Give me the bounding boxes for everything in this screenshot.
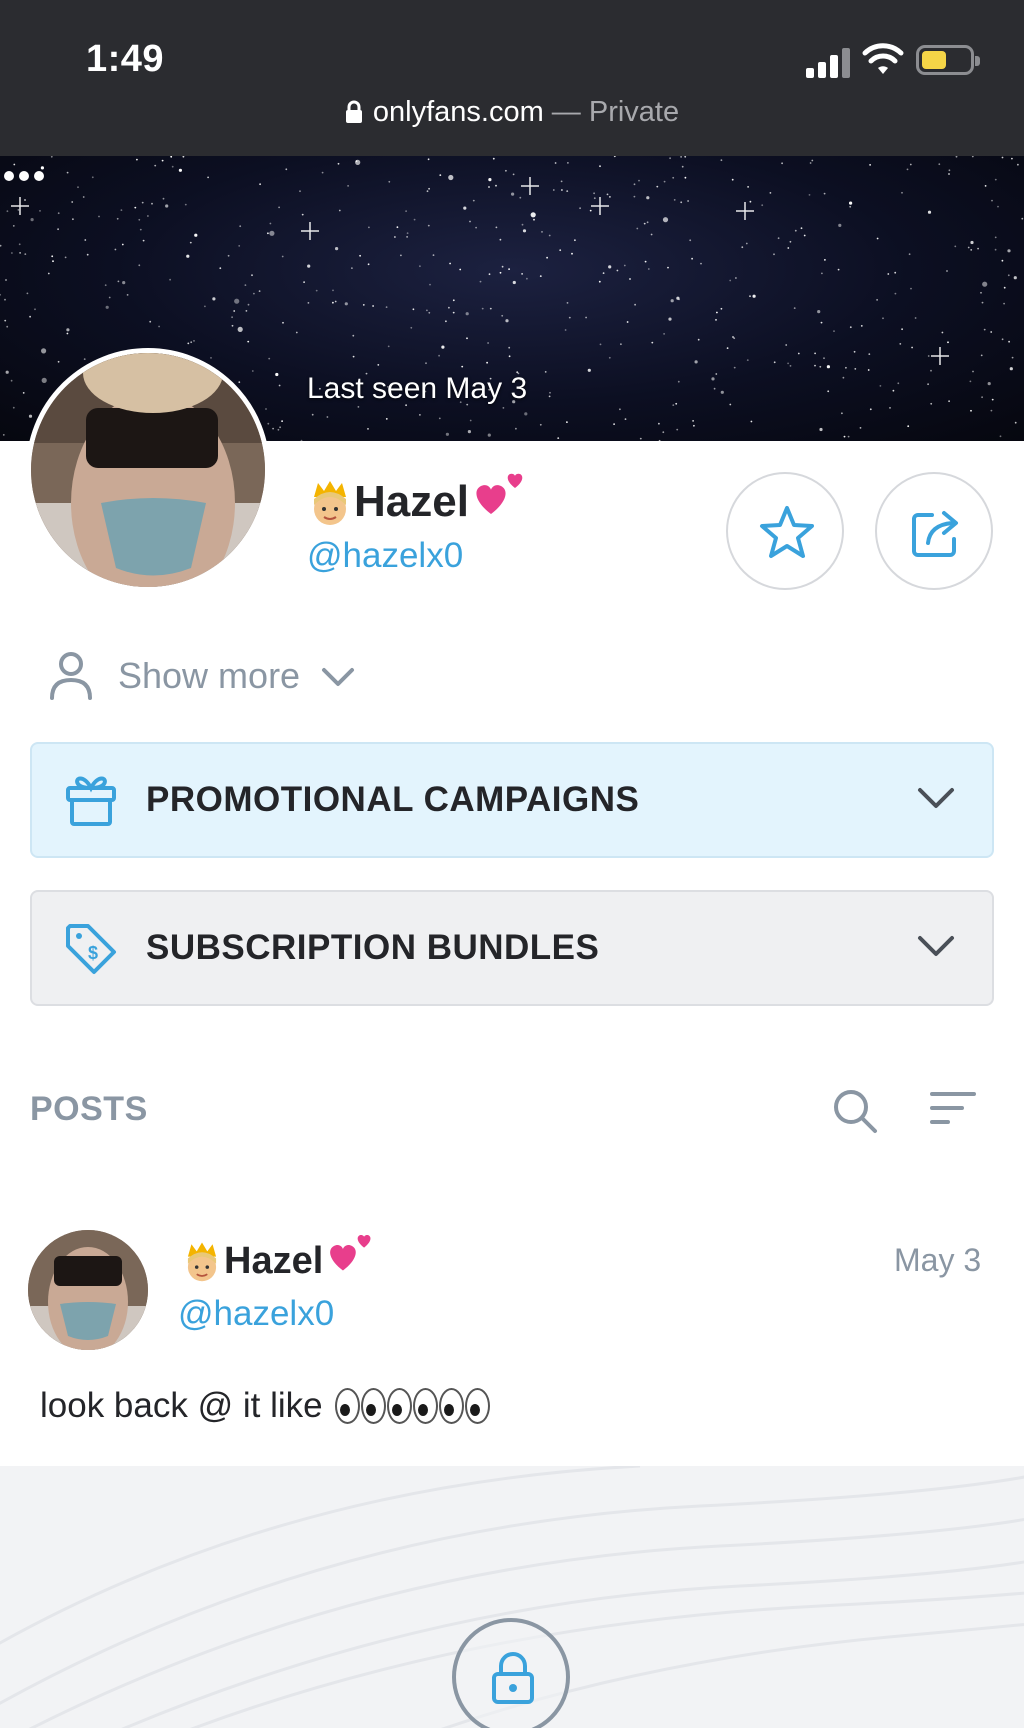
profile-name-row: Hazel bbox=[308, 473, 527, 530]
show-more-label: Show more bbox=[118, 655, 301, 696]
padlock-icon bbox=[345, 100, 362, 123]
post-author-avatar[interactable] bbox=[28, 1230, 148, 1350]
locked-post-media[interactable] bbox=[0, 1466, 1024, 1728]
chevron-down-icon bbox=[918, 936, 954, 956]
chevron-down-icon bbox=[322, 668, 355, 686]
promotional-campaigns-label: PROMOTIONAL CAMPAIGNS bbox=[146, 780, 640, 819]
status-bar: 1:49 onlyfans.com — Private bbox=[0, 0, 1024, 156]
url-bar[interactable]: onlyfans.com — Private bbox=[0, 96, 1024, 129]
unlock-button[interactable] bbox=[452, 1618, 570, 1728]
two-hearts-emoji-icon bbox=[330, 1235, 371, 1271]
post-avatar-photo bbox=[28, 1230, 148, 1350]
battery-icon bbox=[916, 45, 980, 75]
search-icon[interactable] bbox=[830, 1086, 880, 1136]
profile-avatar[interactable] bbox=[26, 348, 270, 592]
status-time: 1:49 bbox=[86, 38, 165, 80]
star-icon bbox=[760, 506, 814, 558]
more-dots-icon[interactable] bbox=[0, 156, 48, 196]
post-text: look back @ it like bbox=[40, 1386, 491, 1426]
post-author-row: Hazel bbox=[182, 1235, 375, 1286]
user-icon bbox=[50, 652, 92, 700]
price-tag-icon: $ bbox=[66, 924, 116, 974]
url-private-label: — Private bbox=[543, 96, 680, 128]
profile-name: Hazel bbox=[354, 477, 469, 526]
gift-icon bbox=[66, 776, 116, 826]
two-hearts-emoji-icon bbox=[476, 473, 523, 514]
favorite-button[interactable] bbox=[726, 472, 844, 590]
subscription-bundles-label: SUBSCRIPTION BUNDLES bbox=[146, 928, 600, 967]
share-icon bbox=[912, 511, 958, 557]
profile-handle[interactable]: @hazelx0 bbox=[307, 536, 463, 576]
lock-icon bbox=[492, 1652, 534, 1704]
avatar-photo bbox=[31, 353, 265, 587]
wifi-icon bbox=[862, 43, 904, 74]
chevron-down-icon bbox=[918, 788, 954, 808]
show-more-toggle[interactable]: Show more bbox=[48, 648, 356, 704]
signal-icon bbox=[806, 46, 850, 78]
princess-emoji-icon bbox=[187, 1242, 217, 1282]
share-button[interactable] bbox=[875, 472, 993, 590]
sort-icon[interactable] bbox=[928, 1088, 978, 1132]
post-author-name[interactable]: Hazel bbox=[224, 1240, 323, 1283]
svg-text:$: $ bbox=[88, 943, 98, 963]
princess-emoji-icon bbox=[314, 481, 346, 525]
posts-heading: POSTS bbox=[30, 1090, 148, 1128]
post-date[interactable]: May 3 bbox=[894, 1242, 981, 1279]
eyes-emoji-icon bbox=[334, 1388, 491, 1424]
subscription-bundles-accordion[interactable]: $ SUBSCRIPTION BUNDLES bbox=[30, 890, 994, 1006]
post-text-content: look back @ it like bbox=[40, 1386, 323, 1425]
promotional-campaigns-accordion[interactable]: PROMOTIONAL CAMPAIGNS bbox=[30, 742, 994, 858]
url-domain: onlyfans.com bbox=[372, 96, 544, 128]
last-seen-label: Last seen May 3 bbox=[307, 372, 528, 405]
post-author-handle[interactable]: @hazelx0 bbox=[178, 1294, 334, 1334]
